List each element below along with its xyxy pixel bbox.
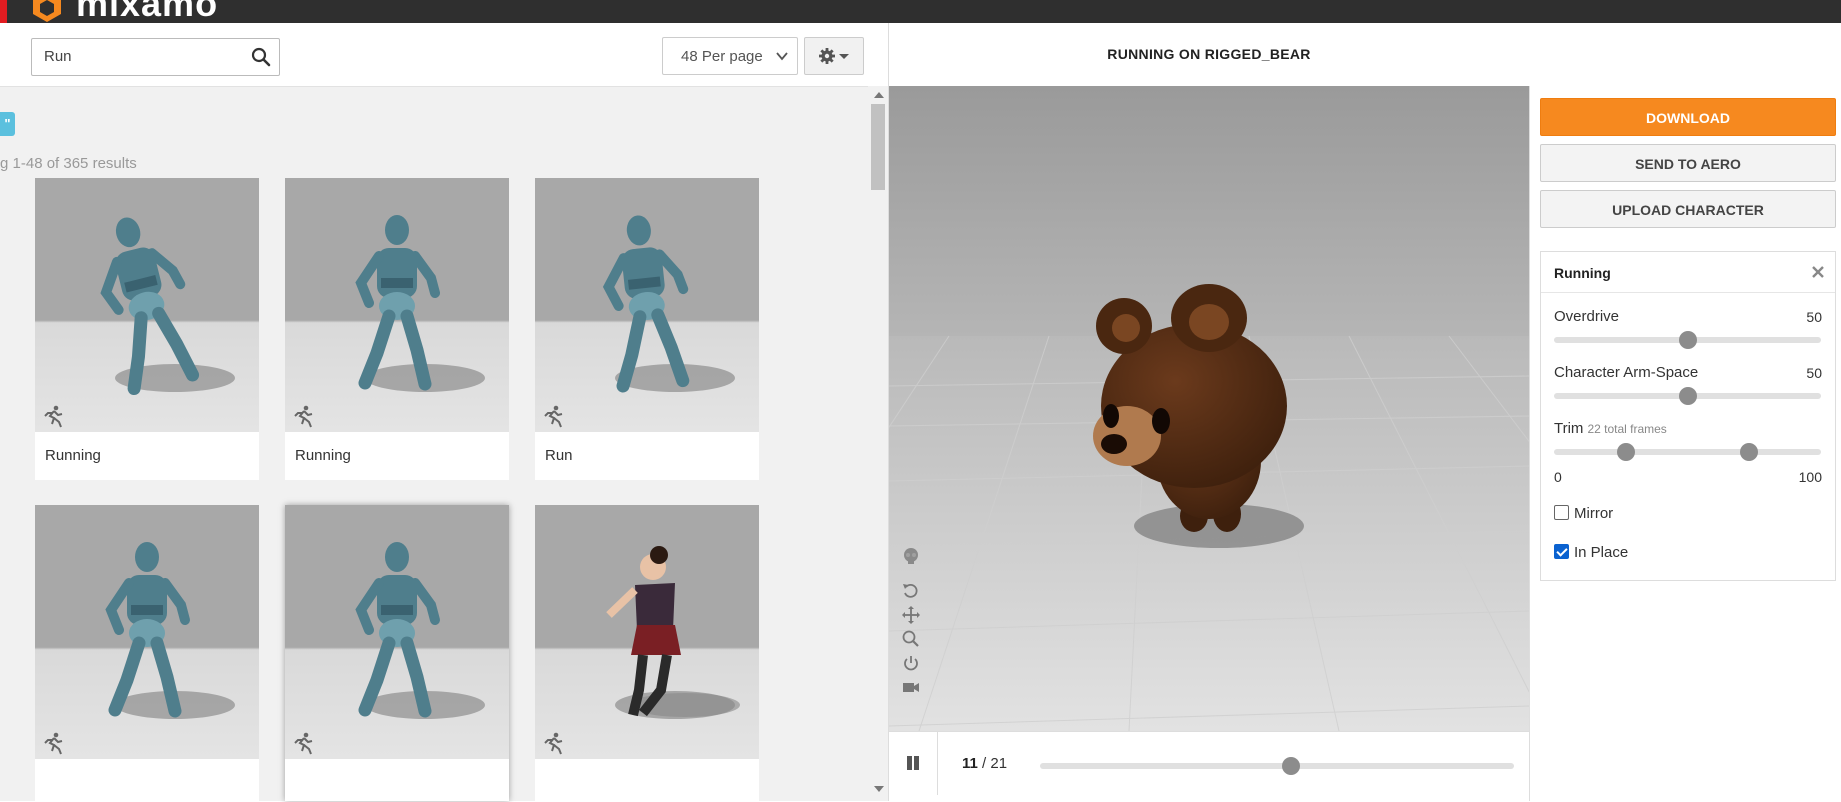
overdrive-slider-handle[interactable]	[1678, 331, 1697, 349]
gear-icon	[819, 48, 835, 64]
running-icon	[294, 405, 313, 428]
viewport-scene	[889, 86, 1529, 731]
animation-card-title: Running	[295, 447, 351, 464]
search-input[interactable]: Run	[31, 38, 280, 76]
animation-thumbnail[interactable]	[285, 178, 509, 432]
scroll-down-arrow[interactable]	[874, 786, 884, 792]
scroll-up-arrow[interactable]	[874, 92, 884, 98]
top-bar: mixamo	[0, 0, 1841, 23]
trim-range-slider[interactable]	[1554, 443, 1821, 461]
3d-viewport[interactable]	[889, 86, 1529, 731]
close-icon[interactable]	[1811, 265, 1825, 279]
results-scrollbar[interactable]	[868, 86, 888, 801]
panel-title: Running	[1554, 265, 1611, 281]
pan-move-icon[interactable]	[901, 605, 921, 625]
mirror-checkbox[interactable]	[1554, 505, 1569, 520]
frame-counter: 11 / 21	[962, 755, 1007, 772]
download-button[interactable]: DOWNLOAD	[1540, 98, 1836, 136]
animation-thumbnail[interactable]	[285, 505, 509, 759]
mixamo-logo-icon[interactable]	[30, 0, 64, 22]
filter-tag[interactable]: "	[0, 112, 15, 136]
trim-min-label: 0	[1554, 469, 1562, 485]
animation-card[interactable]	[535, 505, 759, 801]
brand-logo-text[interactable]: mixamo	[76, 0, 218, 23]
per-page-label: 48 Per page	[681, 48, 763, 65]
per-page-select[interactable]: 48 Per page	[662, 37, 798, 75]
character-thumbnail	[355, 542, 485, 719]
camera-icon[interactable]	[901, 677, 921, 697]
side-panel: DOWNLOAD SEND TO AERO UPLOAD CHARACTER R…	[1529, 86, 1841, 801]
armspace-label: Character Arm-Space	[1554, 364, 1699, 381]
animation-thumbnail[interactable]	[535, 178, 759, 432]
animation-thumbnail[interactable]	[35, 178, 259, 432]
trim-end-handle[interactable]	[1739, 443, 1758, 461]
send-to-aero-button[interactable]: SEND TO AERO	[1540, 144, 1836, 182]
reset-view-icon[interactable]	[901, 581, 921, 601]
search-input-value[interactable]: Run	[44, 48, 72, 65]
scrollbar-thumb[interactable]	[871, 104, 885, 190]
trim-frames-note: 22 total frames	[1587, 422, 1667, 436]
running-icon	[44, 732, 63, 755]
running-icon	[44, 405, 63, 428]
overdrive-value: 50	[1806, 309, 1822, 325]
skeleton-icon[interactable]	[901, 546, 921, 566]
caret-down-icon	[839, 54, 849, 59]
animation-card-title: Running	[45, 447, 101, 464]
in-place-label[interactable]: In Place	[1574, 544, 1628, 561]
running-icon	[544, 405, 563, 428]
armspace-slider-handle[interactable]	[1678, 387, 1697, 405]
overdrive-label: Overdrive	[1554, 308, 1620, 325]
viewer-title: RUNNING ON RIGGED_BEAR	[1107, 46, 1311, 62]
overdrive-slider[interactable]	[1554, 331, 1821, 349]
animation-card[interactable]: Running	[35, 178, 259, 480]
trim-start-handle[interactable]	[1617, 443, 1636, 461]
character-thumbnail	[602, 215, 735, 393]
search-icon[interactable]	[251, 47, 271, 67]
animation-card[interactable]: Running	[285, 178, 509, 480]
trim-max-label: 100	[1798, 469, 1822, 485]
in-place-checkbox[interactable]	[1554, 544, 1569, 559]
mirror-label[interactable]: Mirror	[1574, 505, 1613, 522]
animation-settings-panel: Running Overdrive 50 Character Arm-Space…	[1540, 251, 1836, 581]
animation-card[interactable]	[35, 505, 259, 801]
animation-card-title: Run	[545, 447, 573, 464]
animation-thumbnail[interactable]	[535, 505, 759, 759]
animation-browser: Run 48 Per page " g 1-48 of 365 results …	[0, 23, 888, 801]
brand-stripe	[0, 0, 7, 23]
running-icon	[544, 732, 563, 755]
power-icon[interactable]	[901, 653, 921, 673]
search-toolbar: Run 48 Per page	[0, 23, 888, 87]
animation-thumbnail[interactable]	[35, 505, 259, 759]
running-icon	[294, 732, 313, 755]
animation-card[interactable]: Run	[535, 178, 759, 480]
settings-dropdown-button[interactable]	[804, 37, 864, 75]
preview-area: RUNNING ON RIGGED_BEAR 11 / 21 DOWNLOAD …	[888, 23, 1841, 802]
pause-button[interactable]	[889, 732, 938, 795]
panel-header: Running	[1541, 252, 1835, 293]
pause-icon	[907, 756, 912, 770]
character-thumbnail	[105, 542, 235, 719]
playback-bar: 11 / 21	[889, 731, 1529, 802]
character-thumbnail	[100, 217, 235, 396]
upload-character-button[interactable]: UPLOAD CHARACTER	[1540, 190, 1836, 228]
armspace-slider[interactable]	[1554, 387, 1821, 405]
results-count: g 1-48 of 365 results	[0, 155, 137, 172]
frame-total: / 21	[982, 755, 1008, 772]
timeline-slider[interactable]	[1040, 757, 1514, 775]
character-thumbnail	[355, 215, 485, 392]
chevron-down-icon	[776, 52, 788, 61]
zoom-icon[interactable]	[901, 629, 921, 649]
timeline-handle[interactable]	[1282, 757, 1301, 775]
armspace-value: 50	[1806, 365, 1822, 381]
frame-current: 11	[962, 755, 978, 772]
trim-label: Trim 22 total frames	[1554, 420, 1667, 437]
character-thumbnail	[606, 546, 740, 719]
animation-card[interactable]	[285, 505, 509, 801]
